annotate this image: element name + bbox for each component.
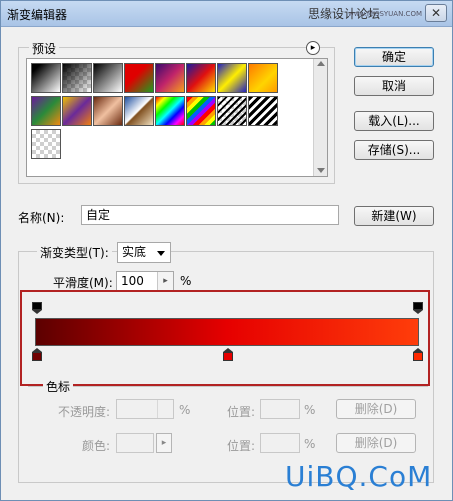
opacity-stepper[interactable]	[157, 400, 173, 418]
preset-violet-green-orange[interactable]	[31, 96, 61, 126]
color-label: 颜色:	[82, 439, 111, 453]
color-stop-start[interactable]	[32, 348, 42, 361]
opacity-input[interactable]	[116, 399, 174, 419]
preset-orange-yellow[interactable]	[248, 63, 278, 93]
color-location-input[interactable]	[260, 433, 300, 453]
scroll-down-icon[interactable]	[317, 168, 325, 173]
preset-blue-red-yellow[interactable]	[186, 63, 216, 93]
close-button[interactable]: ✕	[425, 4, 447, 22]
chevron-down-icon	[157, 251, 165, 256]
stepper-arrow-icon: ▸	[163, 276, 168, 286]
opacity-unit: %	[179, 403, 191, 417]
opacity-location-input[interactable]	[260, 399, 300, 419]
gradient-type-value: 实底	[122, 245, 147, 259]
preset-swatch-list[interactable]	[26, 58, 328, 177]
preset-custom-transparent[interactable]	[31, 129, 61, 159]
delete-opacity-stop-button[interactable]: 删除(D)	[336, 399, 416, 419]
preset-black-white[interactable]	[31, 63, 61, 93]
color-location-label: 位置:	[227, 439, 256, 453]
gradient-type-select[interactable]: 实底	[117, 242, 171, 263]
close-icon: ✕	[430, 6, 442, 20]
window-title: 渐变编辑器	[7, 8, 68, 22]
preset-scrollbar[interactable]	[313, 59, 327, 176]
presets-label: 预设	[29, 40, 60, 57]
color-location-unit: %	[304, 437, 316, 451]
name-label: 名称(N):	[18, 211, 65, 225]
gradient-type-label: 渐变类型(T):	[37, 244, 112, 261]
gradient-bar[interactable]	[35, 318, 419, 346]
color-menu-button[interactable]: ▸	[156, 433, 172, 453]
title-bar[interactable]: 渐变编辑器 思缘设计论坛 www.MISSYUAN.COM ✕	[1, 1, 452, 27]
ok-button[interactable]: 确定	[354, 47, 434, 67]
color-arrow-icon: ▸	[161, 438, 167, 448]
opacity-stop-end[interactable]	[413, 302, 423, 314]
gradient-editor-window: 渐变编辑器 思缘设计论坛 www.MISSYUAN.COM ✕ 预设 ▸ 确定 …	[0, 0, 453, 501]
preset-yellow-violet-orange[interactable]	[62, 96, 92, 126]
preset-black-white-stripes[interactable]	[248, 96, 278, 126]
cancel-button[interactable]: 取消	[354, 76, 434, 96]
preset-spectrum[interactable]	[155, 96, 185, 126]
load-button[interactable]: 载入(L)...	[354, 111, 434, 131]
opacity-stop-start[interactable]	[32, 302, 42, 314]
color-stop-mid[interactable]	[223, 348, 233, 361]
preset-transparent-rainbow[interactable]	[186, 96, 216, 126]
delete-color-stop-button[interactable]: 删除(D)	[336, 433, 416, 453]
preset-blue-yellow-blue[interactable]	[217, 63, 247, 93]
opacity-location-unit: %	[304, 403, 316, 417]
save-preset-button[interactable]: 存储(S)...	[354, 140, 434, 160]
opacity-location-label: 位置:	[227, 405, 256, 419]
title-watermark-url: www.MISSYUAN.COM	[348, 10, 422, 18]
presets-menu-button[interactable]: ▸	[306, 41, 320, 55]
stops-divider	[28, 386, 428, 387]
preset-violet-orange[interactable]	[155, 63, 185, 93]
scroll-up-icon[interactable]	[317, 61, 325, 66]
smoothness-unit: %	[180, 274, 192, 288]
preset-red-green[interactable]	[124, 63, 154, 93]
preset-copper[interactable]	[93, 96, 123, 126]
play-arrow-icon: ▸	[310, 43, 316, 53]
new-button[interactable]: 新建(W)	[354, 206, 434, 226]
preset-white-black[interactable]	[93, 63, 123, 93]
opacity-label: 不透明度:	[58, 405, 111, 419]
preset-chrome[interactable]	[124, 96, 154, 126]
footer-watermark: UiBQ.CoM	[285, 460, 433, 493]
preset-black-transparent[interactable]	[62, 63, 92, 93]
smoothness-input[interactable]: 100 ▸	[116, 271, 174, 291]
preset-transparent-stripes[interactable]	[217, 96, 247, 126]
color-stop-end[interactable]	[413, 348, 423, 361]
stops-section-label: 色标	[43, 378, 74, 395]
color-swatch[interactable]	[116, 433, 154, 453]
name-input[interactable]: 自定	[81, 205, 339, 225]
smoothness-value: 100	[121, 274, 144, 288]
smoothness-stepper[interactable]: ▸	[157, 272, 173, 290]
smoothness-label: 平滑度(M):	[53, 276, 113, 290]
